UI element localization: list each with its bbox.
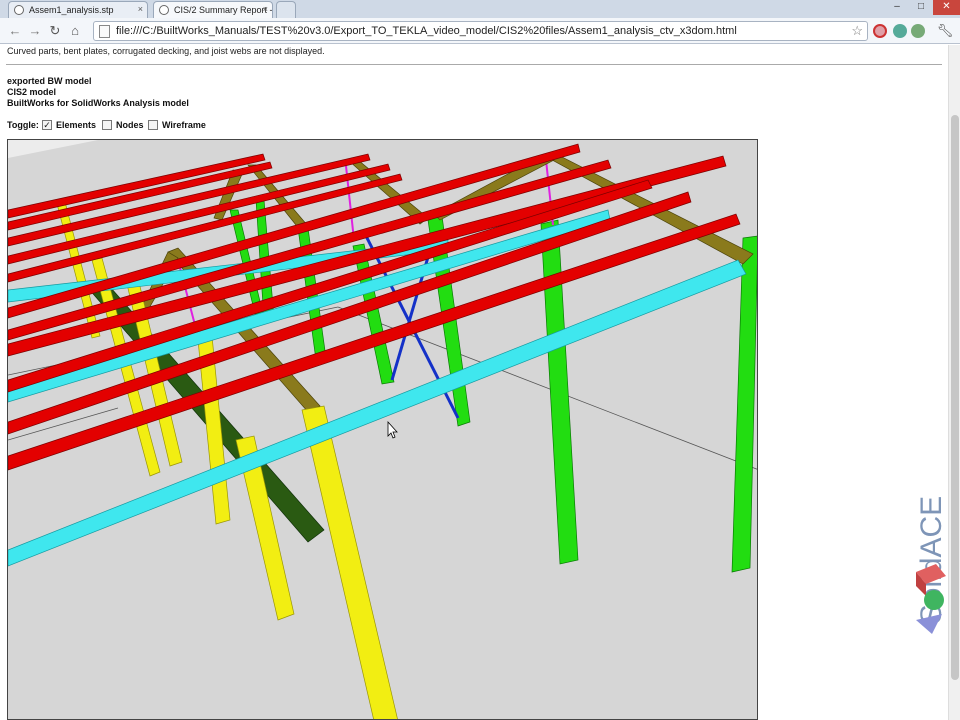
tab-cis2-report[interactable]: CIS/2 Summary Report - CI × [153, 1, 273, 18]
page-favicon-icon [159, 5, 169, 15]
structure-model[interactable] [8, 140, 758, 720]
tab-strip: Assem1_analysis.stp × CIS/2 Summary Repo… [0, 0, 960, 18]
wrench-menu-icon[interactable]: 🔧︎ [936, 22, 954, 40]
page-content: Curved parts, bent plates, corrugated de… [0, 45, 948, 720]
elements-checkbox[interactable]: ✓ [42, 120, 52, 130]
wireframe-checkbox[interactable] [148, 120, 158, 130]
brand-cube-icon [916, 564, 946, 634]
nodes-checkbox[interactable] [102, 120, 112, 130]
x3d-viewer[interactable] [7, 139, 758, 720]
solidace-logo: SolidACE [912, 430, 952, 660]
url-text: file:///C:/BuiltWorks_Manuals/TEST%20v3.… [116, 25, 737, 37]
extension-icon[interactable] [911, 24, 925, 38]
browser-toolbar: ← → ↻ ⌂ file:///C:/BuiltWorks_Manuals/TE… [0, 18, 960, 44]
page-favicon-icon [14, 5, 24, 15]
heading-cis2: CIS2 model [7, 87, 57, 97]
forward-icon[interactable]: → [26, 22, 44, 40]
maximize-button[interactable]: □ [909, 0, 933, 15]
extension-icon[interactable] [873, 24, 887, 38]
back-icon[interactable]: ← [6, 22, 24, 40]
extension-icon[interactable] [893, 24, 907, 38]
page-icon [99, 25, 110, 38]
divider [6, 64, 942, 65]
minimize-button[interactable]: – [885, 0, 909, 15]
reload-icon[interactable]: ↻ [46, 22, 64, 40]
tab-title: CIS/2 Summary Report - CI [174, 5, 273, 15]
home-icon[interactable]: ⌂ [66, 22, 84, 40]
notice-text: Curved parts, bent plates, corrugated de… [7, 46, 325, 56]
heading-exported-bw: exported BW model [7, 76, 92, 86]
heading-builtworks: BuiltWorks for SolidWorks Analysis model [7, 98, 189, 108]
close-window-button[interactable]: ✕ [933, 0, 960, 15]
address-bar[interactable]: file:///C:/BuiltWorks_Manuals/TEST%20v3.… [93, 21, 868, 41]
scroll-thumb[interactable] [951, 115, 959, 680]
tab-title: Assem1_analysis.stp [29, 5, 114, 15]
elements-label[interactable]: Elements [56, 120, 96, 130]
toggle-label: Toggle: [7, 120, 39, 130]
bookmark-star-icon[interactable]: ☆ [851, 23, 863, 39]
close-tab-icon[interactable]: × [138, 4, 143, 14]
wireframe-label[interactable]: Wireframe [162, 120, 206, 130]
close-tab-icon[interactable]: × [263, 4, 268, 14]
new-tab-button[interactable] [276, 1, 296, 18]
tab-assem1-stp[interactable]: Assem1_analysis.stp × [8, 1, 148, 18]
nodes-label[interactable]: Nodes [116, 120, 144, 130]
